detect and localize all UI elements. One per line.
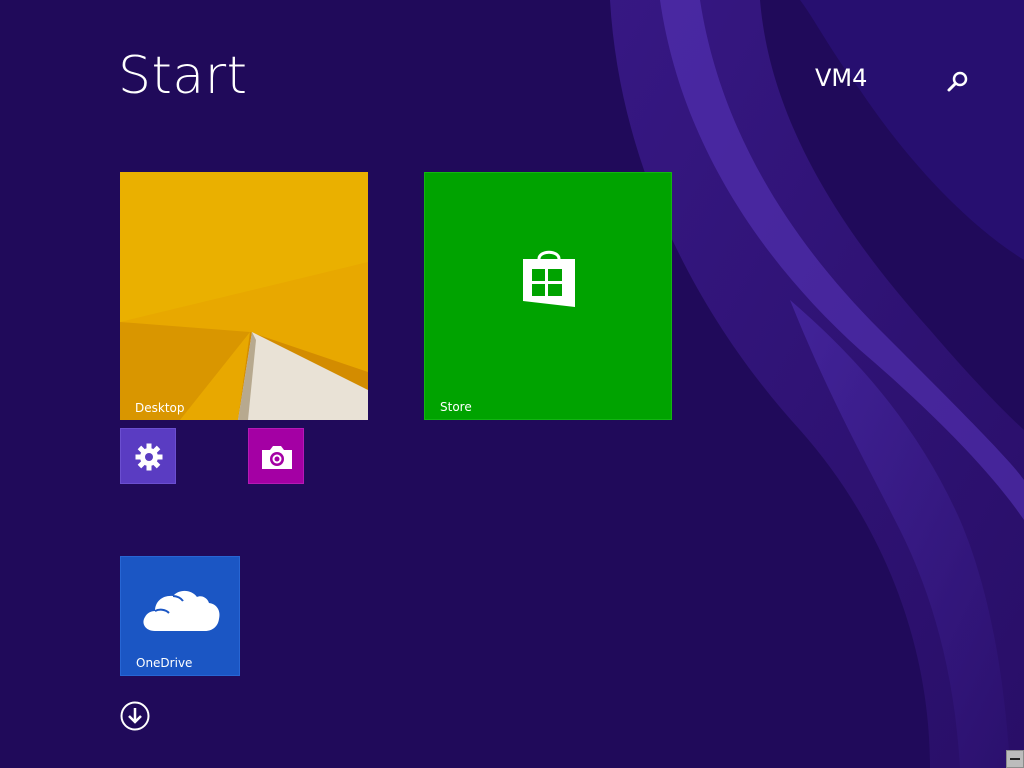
search-button[interactable] xyxy=(944,68,972,96)
desktop-tile-label: Desktop xyxy=(135,401,185,415)
gear-icon xyxy=(135,443,163,471)
camera-icon xyxy=(262,446,292,469)
onedrive-tile-label: OneDrive xyxy=(136,656,193,670)
user-account-name[interactable]: VM4 xyxy=(815,66,867,90)
all-apps-button[interactable] xyxy=(120,701,150,731)
desktop-tile[interactable]: Desktop xyxy=(120,172,368,420)
pc-settings-tile[interactable] xyxy=(120,428,176,484)
page-title: Start xyxy=(118,46,248,106)
camera-tile[interactable] xyxy=(248,428,304,484)
store-tile-label: Store xyxy=(440,400,472,414)
onedrive-tile[interactable]: OneDrive xyxy=(120,556,240,676)
store-bag-icon xyxy=(523,250,575,307)
cloud-icon xyxy=(143,590,220,631)
desktop-wallpaper-image xyxy=(120,172,368,420)
search-icon xyxy=(947,71,968,92)
semantic-zoom-button[interactable] xyxy=(1006,750,1024,768)
down-arrow-circle-icon xyxy=(120,701,150,731)
store-tile[interactable]: Store xyxy=(424,172,672,420)
